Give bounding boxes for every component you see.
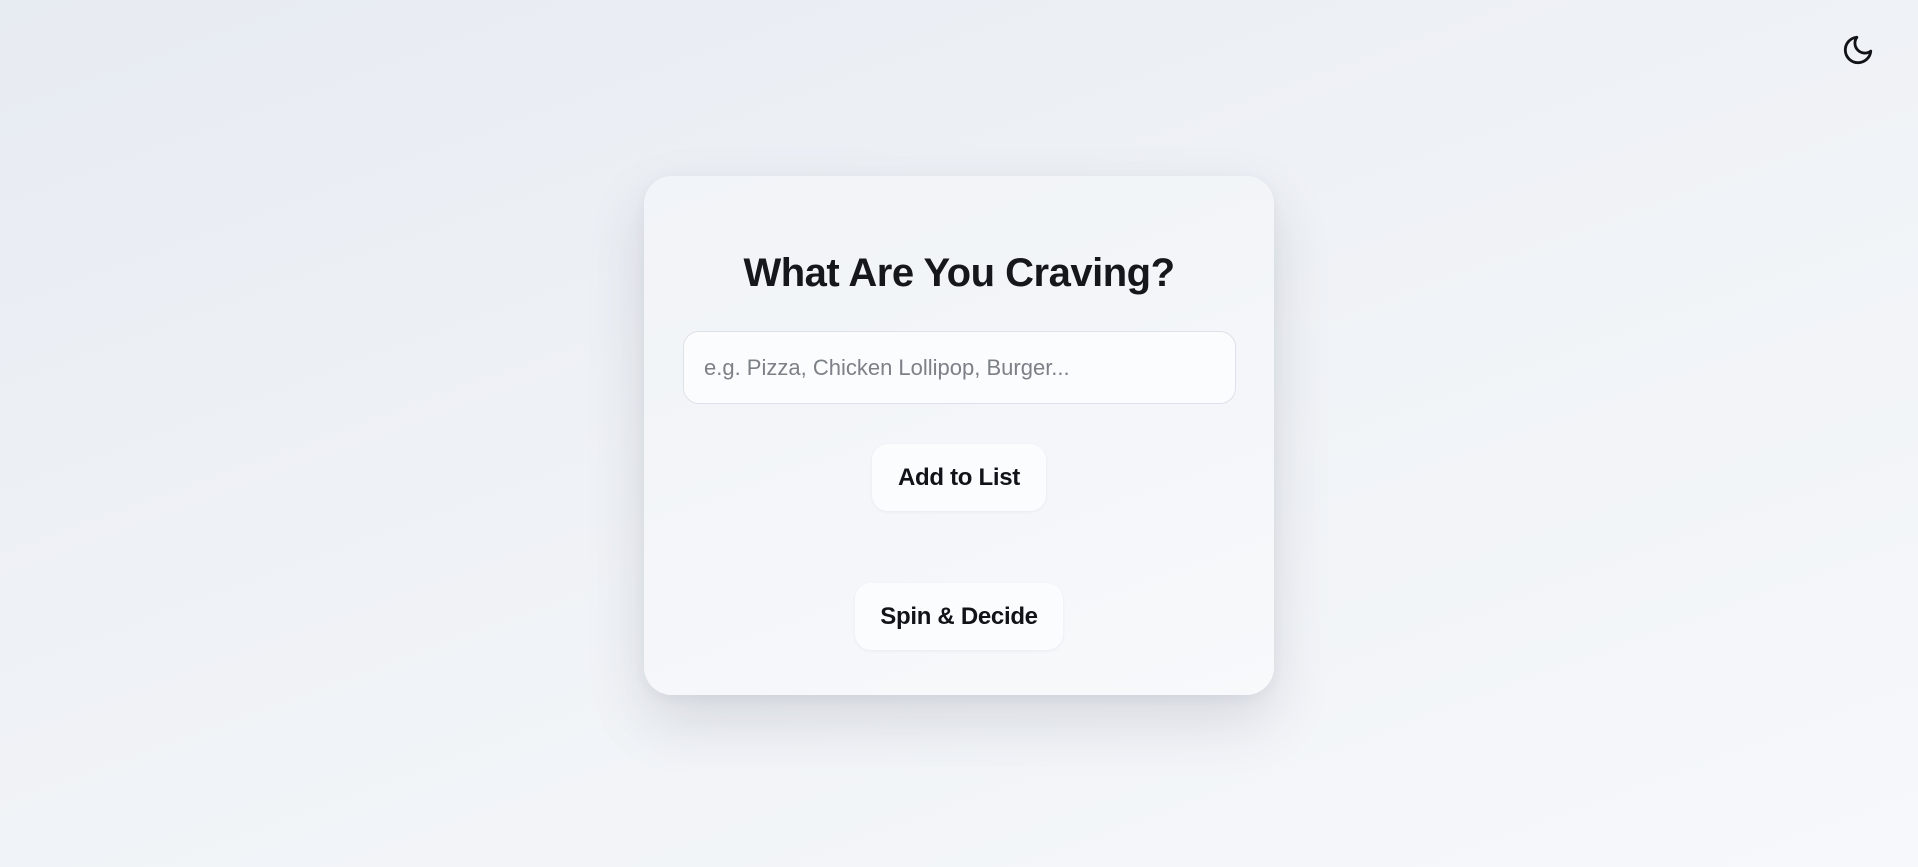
spin-and-decide-button[interactable]: Spin & Decide [855,583,1063,650]
food-input[interactable] [683,331,1236,404]
add-to-list-button[interactable]: Add to List [872,444,1046,511]
moon-icon [1841,33,1875,67]
theme-toggle-button[interactable] [1838,30,1878,70]
page-title: What Are You Craving? [743,251,1175,295]
